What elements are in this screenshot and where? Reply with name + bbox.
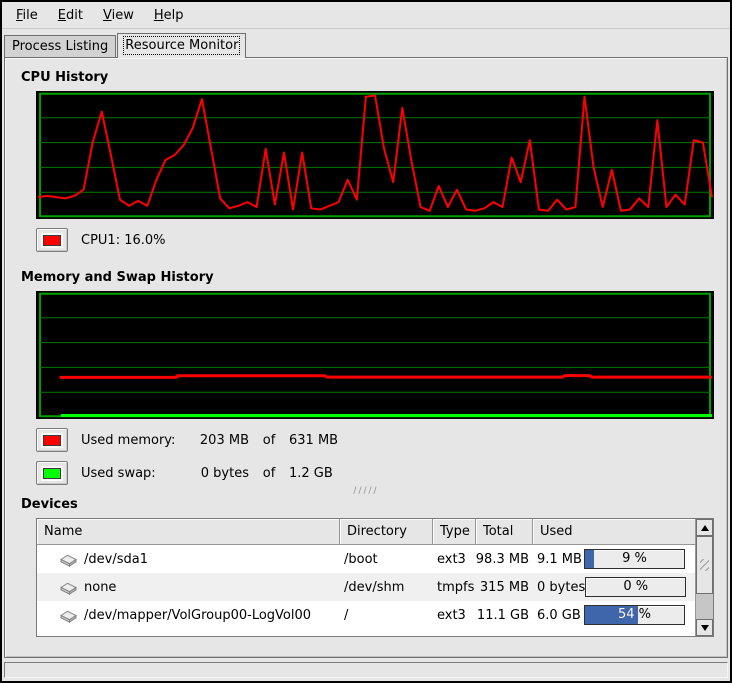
memory-legend: Used memory: 203 MB of 631 MB [36,428,714,452]
swap-of-label: of [249,466,289,481]
usage-percent: 0 % [586,578,685,596]
tab-resource-monitor[interactable]: Resource Monitor [117,33,246,58]
menu-view[interactable]: View [93,2,144,28]
column-header-name[interactable]: Name [37,519,340,545]
down-arrow-icon [701,625,709,631]
usage-progress-bar: 0 % 0 % [585,577,686,597]
device-directory: / [340,601,433,629]
cpu-legend-label: CPU1: 16.0% [81,233,166,248]
memory-legend-label: Used memory: [81,433,185,448]
device-directory: /dev/shm [340,573,433,601]
memory-history-title: Memory and Swap History [21,270,714,285]
cpu-color-swatch [43,235,61,246]
tab-label: Resource Monitor [125,38,238,53]
cpu-history-title: CPU History [21,70,714,85]
menu-edit[interactable]: Edit [48,2,93,28]
cpu-color-button[interactable] [36,228,68,252]
scrollbar-grip-icon [700,559,709,571]
usage-progress-bar: 9 % 9 % [584,549,685,569]
memory-color-swatch [43,435,61,446]
swap-legend-label: Used swap: [81,466,185,481]
memory-of-label: of [249,433,289,448]
device-used: 6.0 GB [537,608,581,623]
column-header-total[interactable]: Total [476,519,533,545]
cpu-legend: CPU1: 16.0% [36,228,714,252]
vertical-scrollbar [695,519,713,636]
up-arrow-icon [701,525,709,531]
device-used: 9.1 MB [537,552,582,567]
memory-history-graph [36,291,714,419]
tab-process-listing[interactable]: Process Listing [4,35,116,57]
device-used: 0 bytes [537,580,585,595]
device-type: ext3 [433,601,476,629]
device-type: ext3 [433,545,476,573]
column-header-directory[interactable]: Directory [340,519,433,545]
memory-total-value: 631 MB [289,433,338,448]
swap-color-swatch [43,468,61,479]
column-header-type[interactable]: Type [433,519,476,545]
column-header-used[interactable]: Used [533,519,695,545]
usage-progress-bar: 54 % 54 % [584,605,685,625]
scrollbar-trough[interactable] [696,594,713,619]
status-bar [4,662,728,678]
memory-used-value: 203 MB [185,433,249,448]
pane-resize-grip[interactable]: ///// [18,487,714,497]
swap-color-button[interactable] [36,461,68,485]
scroll-down-button[interactable] [696,619,713,636]
menu-bar: File Edit View Help [2,2,730,29]
table-row[interactable]: /dev/sda1 /boot ext3 98.3 MB 9.1 MB 9 % … [37,545,695,573]
tab-label: Process Listing [12,39,108,54]
device-directory: /boot [340,545,433,573]
scrollbar-thumb[interactable] [696,536,713,594]
disk-icon [59,552,78,567]
devices-title: Devices [21,497,714,512]
system-monitor-window: File Edit View Help Process Listing Reso… [0,0,732,683]
menu-file[interactable]: File [6,2,48,28]
swap-legend: Used swap: 0 bytes of 1.2 GB [36,461,714,485]
device-total: 315 MB [476,573,533,601]
device-name: /dev/sda1 [84,552,148,567]
device-total: 11.1 GB [476,601,533,629]
devices-table: Name Directory Type Total Used /dev/sd [36,518,714,637]
swap-used-value: 0 bytes [185,466,249,481]
device-name: none [84,580,116,595]
device-name: /dev/mapper/VolGroup00-LogVol00 [84,608,311,623]
usage-percent: 9 % [585,550,684,568]
resource-monitor-page: CPU History CPU1: 16.0% Memory and Swap … [4,57,728,658]
device-total: 98.3 MB [476,545,533,573]
scroll-up-button[interactable] [696,519,713,536]
disk-icon [59,608,78,623]
table-row[interactable]: /dev/mapper/VolGroup00-LogVol00 / ext3 1… [37,601,695,629]
menu-help[interactable]: Help [144,2,194,28]
cpu-history-graph [36,91,714,219]
table-row[interactable]: none /dev/shm tmpfs 315 MB 0 bytes 0 % 0… [37,573,695,601]
tab-bar: Process Listing Resource Monitor [2,29,730,57]
disk-icon [59,580,78,595]
swap-total-value: 1.2 GB [289,466,333,481]
memory-color-button[interactable] [36,428,68,452]
devices-table-header: Name Directory Type Total Used [37,519,695,545]
device-type: tmpfs [433,573,476,601]
